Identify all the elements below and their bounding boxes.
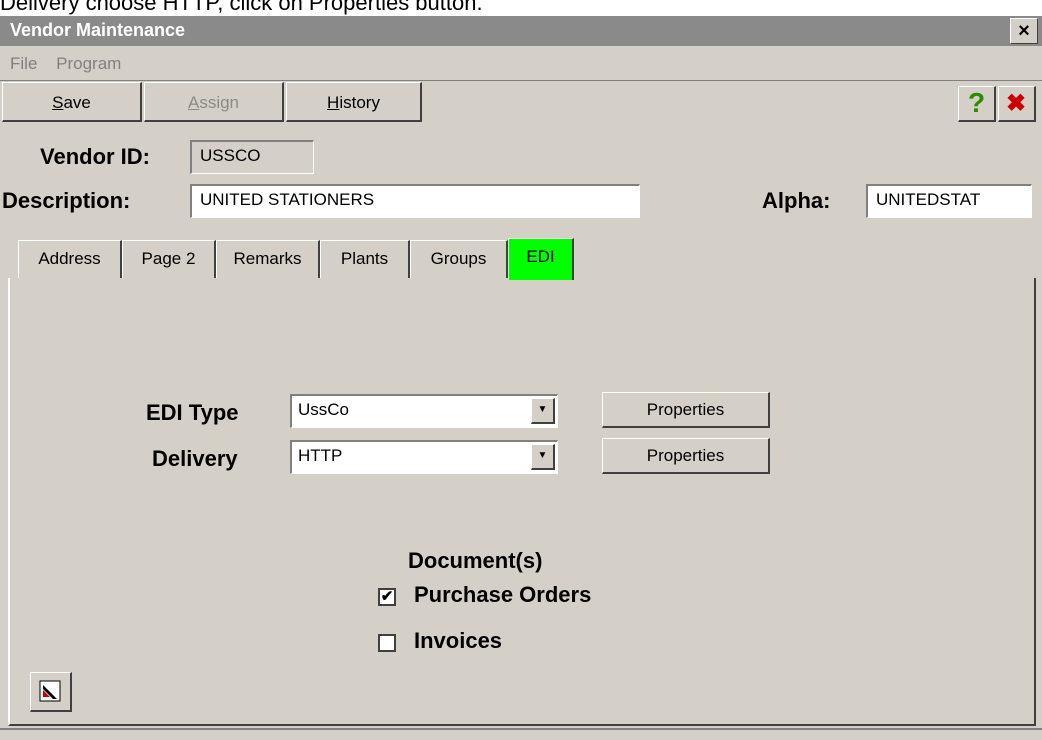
back-arrow-icon: [39, 680, 61, 702]
assign-button[interactable]: Assign: [144, 82, 284, 122]
invoices-label: Invoices: [414, 628, 503, 653]
window-bottom-border: [0, 728, 1042, 730]
menu-bar: File Program: [10, 54, 135, 74]
description-field[interactable]: UNITED STATIONERS: [190, 184, 640, 218]
edi-type-label: EDI Type: [146, 400, 239, 425]
toolbar-divider: [0, 80, 1042, 81]
close-button[interactable]: ×: [1010, 18, 1038, 44]
assign-label: ssign: [199, 93, 240, 112]
menu-program[interactable]: Program: [56, 54, 121, 73]
tab-page-2[interactable]: Page 2: [122, 240, 216, 278]
delivery-value: HTTP: [298, 446, 343, 465]
edi-type-properties-button[interactable]: Properties: [602, 392, 770, 428]
purchase-orders-label: Purchase Orders: [414, 582, 592, 607]
tab-plants[interactable]: Plants: [320, 240, 410, 278]
alpha-field[interactable]: UNITEDSTAT: [866, 184, 1032, 218]
tab-address[interactable]: Address: [18, 240, 122, 278]
vendor-id-label: Vendor ID:: [40, 144, 151, 169]
delivery-properties-button[interactable]: Properties: [602, 438, 770, 474]
history-mnemonic: H: [327, 93, 340, 112]
description-label: Description:: [2, 188, 131, 213]
vendor-id-field[interactable]: USSCO: [190, 140, 314, 174]
invoices-checkbox[interactable]: [378, 634, 396, 652]
alpha-label: Alpha:: [762, 188, 831, 213]
edi-type-dropdown[interactable]: UssCo ▼: [290, 394, 558, 428]
edi-type-value: UssCo: [298, 400, 350, 419]
chevron-down-icon[interactable]: ▼: [531, 444, 555, 470]
vendor-maintenance-window: File Program Save Assign History ? ✖ Ven…: [0, 46, 1042, 740]
tab-edi[interactable]: EDI: [508, 238, 574, 280]
save-mnemonic: S: [52, 93, 64, 112]
history-button[interactable]: History: [286, 82, 422, 122]
instruction-caption: Delivery choose HTTP, click on Propertie…: [0, 0, 483, 15]
exit-icon: ✖: [1006, 90, 1027, 117]
delivery-dropdown[interactable]: HTTP ▼: [290, 440, 558, 474]
save-label: ave: [63, 93, 91, 112]
tab-groups[interactable]: Groups: [410, 240, 508, 278]
window-title: Vendor Maintenance: [10, 20, 186, 40]
assign-mnemonic: A: [187, 93, 200, 112]
exit-button[interactable]: ✖: [998, 86, 1036, 122]
delivery-label: Delivery: [152, 446, 238, 471]
back-button[interactable]: [30, 672, 72, 712]
help-button[interactable]: ?: [958, 86, 996, 122]
history-label: istory: [339, 93, 380, 112]
menu-file[interactable]: File: [10, 54, 37, 73]
title-bar: Vendor Maintenance ×: [0, 16, 1042, 46]
save-button[interactable]: Save: [2, 82, 142, 122]
documents-label: Document(s): [408, 548, 543, 573]
purchase-orders-checkbox[interactable]: ✔: [378, 588, 396, 606]
edi-tab-panel: EDI Type UssCo ▼ Properties Delivery HTT…: [8, 278, 1036, 726]
chevron-down-icon[interactable]: ▼: [531, 398, 555, 424]
help-icon: ?: [968, 87, 986, 118]
tab-remarks[interactable]: Remarks: [216, 240, 320, 278]
